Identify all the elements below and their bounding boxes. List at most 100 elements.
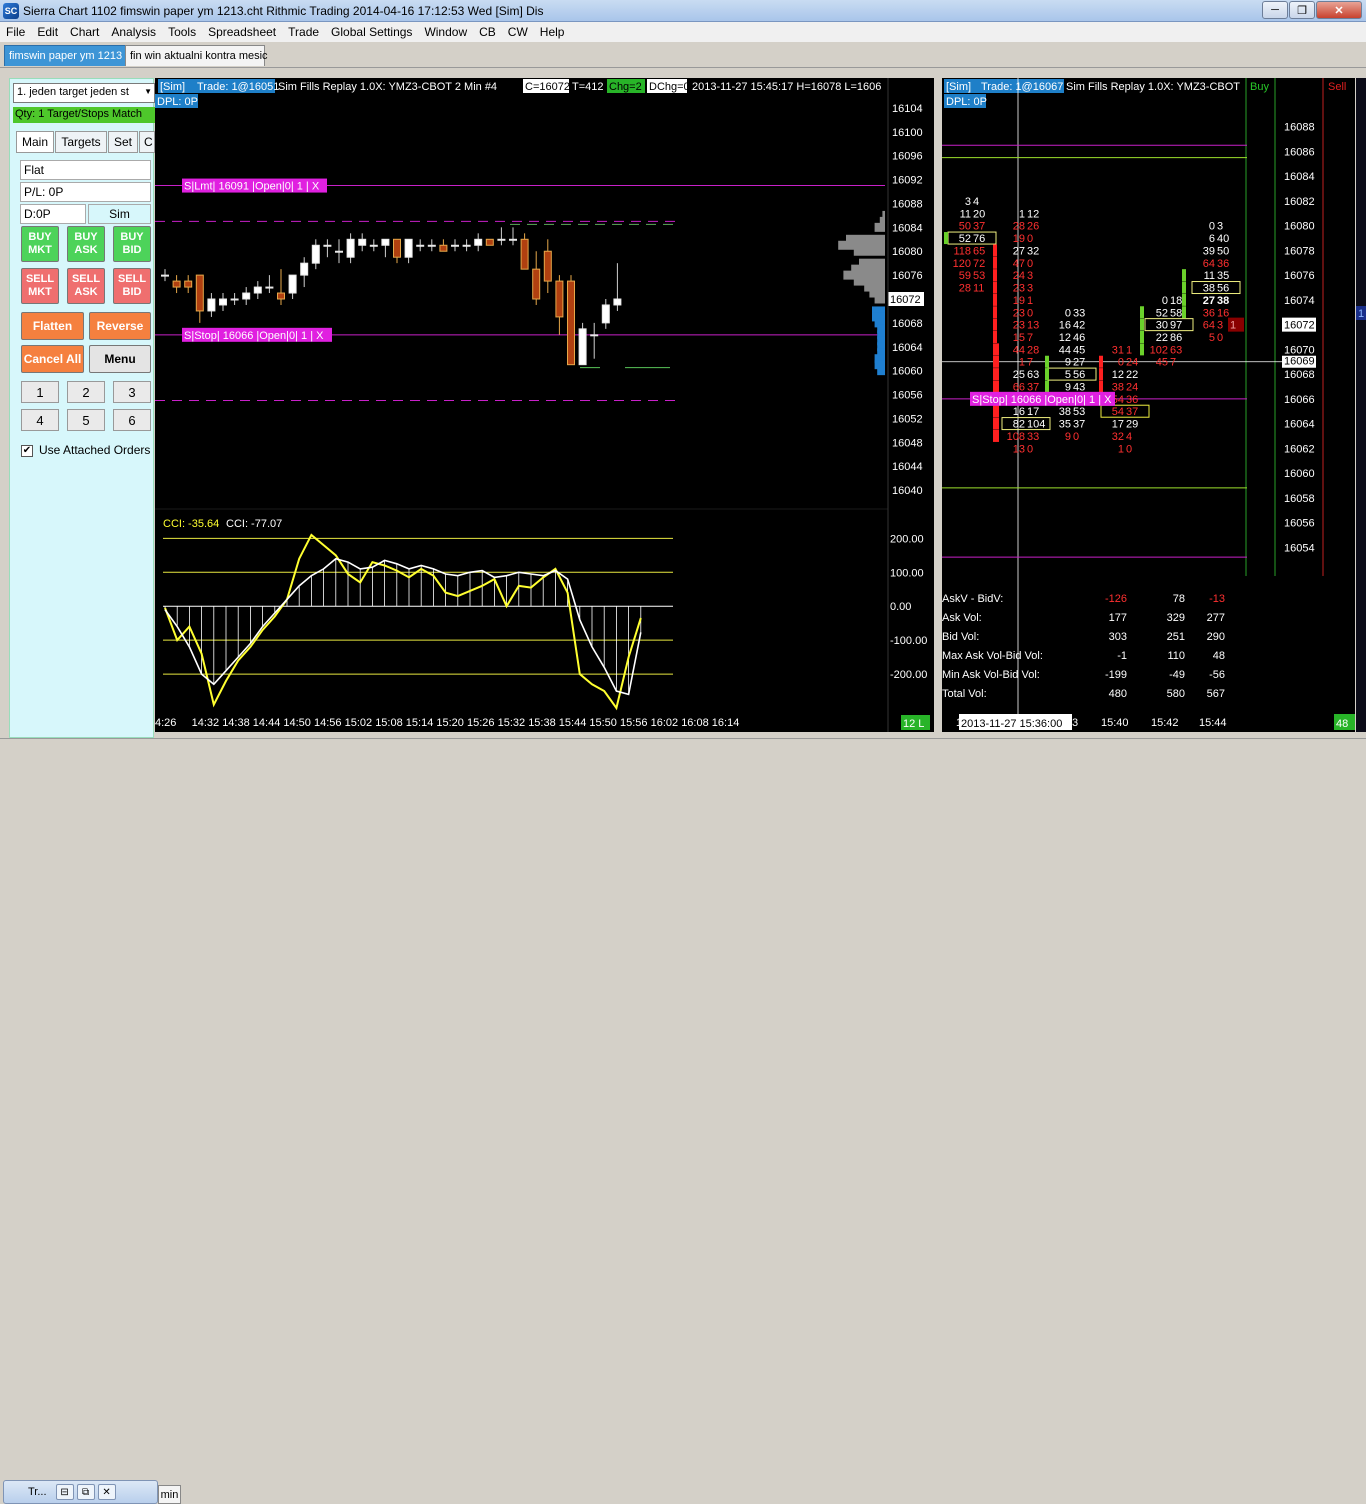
menu-button[interactable]: Menu bbox=[89, 345, 151, 373]
footprint-volume-bar bbox=[1182, 269, 1186, 282]
minimized-trade-window[interactable]: Tr... ⊟ ⧉ ✕ bbox=[3, 1480, 158, 1504]
minimized-window-label: Tr... bbox=[28, 1486, 47, 1498]
attached-order-select[interactable]: 1. jeden target jeden st bbox=[13, 83, 155, 103]
qty-preset-6-button[interactable]: 6 bbox=[113, 409, 151, 431]
footprint-cell-bid: 25 bbox=[1013, 369, 1025, 381]
price-tick-label: 16044 bbox=[892, 461, 923, 473]
menu-analysis[interactable]: Analysis bbox=[105, 25, 162, 39]
candle-body bbox=[300, 262, 309, 276]
candle-body bbox=[543, 250, 552, 282]
price-tick-label-right: 16056 bbox=[1284, 518, 1315, 530]
menu-edit[interactable]: Edit bbox=[31, 25, 64, 39]
minimized-tab[interactable]: min bbox=[158, 1485, 181, 1504]
right-chart-canvas[interactable]: [Sim] Trade: 1@16067 Sim Fills Replay 1.0X… bbox=[942, 78, 1355, 732]
use-attached-orders-checkbox[interactable]: ✔ bbox=[21, 445, 33, 457]
price-tick-label-right: 16080 bbox=[1284, 221, 1315, 233]
footprint-cell-bid: 0 bbox=[1209, 221, 1215, 233]
stats-value: -199 bbox=[1105, 669, 1127, 681]
app-icon: SC bbox=[3, 2, 19, 19]
footprint-cell-bid: 28 bbox=[1013, 221, 1025, 233]
menu-help[interactable]: Help bbox=[534, 25, 571, 39]
qty-preset-5-button[interactable]: 5 bbox=[67, 409, 105, 431]
qty-label: Qty: 1 Target/Stops Match bbox=[13, 107, 155, 123]
menu-trade[interactable]: Trade bbox=[282, 25, 325, 39]
menu-chart[interactable]: Chart bbox=[64, 25, 105, 39]
right-chart[interactable]: [Sim] Trade: 1@16067 Sim Fills Replay 1.0X… bbox=[942, 78, 1355, 732]
footprint-cell-bid: 44 bbox=[1013, 344, 1025, 356]
minimize-button[interactable]: ─ bbox=[1262, 1, 1288, 19]
menu-tools[interactable]: Tools bbox=[162, 25, 202, 39]
maximize-button[interactable]: ❐ bbox=[1289, 1, 1315, 19]
tab-fimswin-paper[interactable]: fimswin paper ym 1213 bbox=[4, 45, 128, 66]
footprint-volume-bar bbox=[993, 368, 999, 381]
dom-strip-canvas: 1 bbox=[1356, 306, 1366, 320]
sell-bid-button[interactable]: SELL BID bbox=[113, 268, 151, 304]
buy-ask-button[interactable]: BUY ASK bbox=[67, 226, 105, 262]
menu-cb[interactable]: CB bbox=[473, 25, 502, 39]
stats-label: Max Ask Vol-Bid Vol: bbox=[942, 650, 1043, 662]
menu-spreadsheet[interactable]: Spreadsheet bbox=[202, 25, 282, 39]
close-button[interactable]: ✕ bbox=[1316, 1, 1362, 19]
footprint-cell-bid: 66 bbox=[1013, 381, 1025, 393]
trades-count: T=412 bbox=[572, 81, 604, 93]
footprint-cell-ask: 7 bbox=[1170, 357, 1176, 369]
candle-body bbox=[369, 244, 378, 247]
footprint-cell-ask: 0 bbox=[1027, 307, 1033, 319]
sell-ask-button[interactable]: SELL ASK bbox=[67, 268, 105, 304]
footprint-cell-bid: 50 bbox=[959, 221, 971, 233]
footprint-box bbox=[1100, 404, 1150, 418]
time-tick-label: 14:56 bbox=[314, 717, 342, 729]
stats-value: 277 bbox=[1207, 612, 1225, 624]
sim-badge-right: [Sim] bbox=[946, 81, 971, 93]
price-tick-label: 16100 bbox=[892, 127, 923, 139]
footprint-cell-ask: 24 bbox=[1126, 357, 1138, 369]
candle-body bbox=[590, 334, 599, 337]
tab-fin-win-aktualni[interactable]: fin win aktualni kontra mesic bbox=[125, 45, 268, 66]
qty-preset-2-button[interactable]: 2 bbox=[67, 381, 105, 403]
menu-cw[interactable]: CW bbox=[502, 25, 534, 39]
qty-preset-4-button[interactable]: 4 bbox=[21, 409, 59, 431]
buy-bid-button[interactable]: BUY BID bbox=[113, 226, 151, 262]
time-tick-label: 14:32 bbox=[192, 717, 220, 729]
tab-main[interactable]: Main bbox=[16, 131, 54, 153]
footprint-cell-bid: 64 bbox=[1203, 258, 1215, 270]
close-icon[interactable]: ✕ bbox=[97, 1484, 116, 1500]
footprint-cell-bid: 52 bbox=[959, 233, 971, 245]
time-tick-label: 15:32 bbox=[498, 717, 526, 729]
qty-preset-3-button[interactable]: 3 bbox=[113, 381, 151, 403]
cci-scale-label: 0.00 bbox=[890, 601, 911, 613]
chart-divider[interactable] bbox=[934, 78, 942, 732]
tab-set[interactable]: Set bbox=[108, 131, 138, 153]
tab-c[interactable]: C bbox=[139, 131, 155, 153]
left-chart-canvas[interactable]: [Sim] Trade: 1@16051Sim Fills Replay 1.0X… bbox=[155, 78, 934, 732]
left-chart[interactable]: [Sim] Trade: 1@16051 Sim Fills Replay 1.0X… bbox=[155, 78, 934, 732]
footprint-cell-ask: 4 bbox=[973, 196, 979, 208]
price-tick-label-right: 16062 bbox=[1284, 443, 1315, 455]
candle-body bbox=[335, 250, 343, 253]
footprint-cell-ask: 56 bbox=[1217, 283, 1229, 295]
sell-market-button[interactable]: SELL MKT bbox=[21, 268, 59, 304]
candle-body bbox=[219, 298, 227, 306]
candle-body bbox=[288, 274, 297, 294]
restore-icon[interactable]: ⧉ bbox=[76, 1484, 95, 1500]
minimize-icon[interactable]: ⊟ bbox=[55, 1484, 74, 1500]
stats-value: -13 bbox=[1209, 593, 1225, 605]
footprint-cell-bid: 22 bbox=[1156, 332, 1168, 344]
chartbook-tabs: fimswin paper ym 1213 fin win aktualni k… bbox=[0, 42, 1366, 68]
reverse-button[interactable]: Reverse bbox=[89, 312, 151, 340]
time-tick-label: 15:44 bbox=[559, 717, 587, 729]
qty-preset-1-button[interactable]: 1 bbox=[21, 381, 59, 403]
price-tick-label-right: 16068 bbox=[1284, 369, 1315, 381]
cancel-all-button[interactable]: Cancel All bbox=[21, 345, 84, 373]
title-bar[interactable]: SC Sierra Chart 1102 fimswin paper ym 12… bbox=[0, 0, 1366, 22]
dom-sell-header: Sell bbox=[1328, 81, 1346, 93]
menu-global-settings[interactable]: Global Settings bbox=[325, 25, 418, 39]
tab-targets[interactable]: Targets bbox=[55, 131, 107, 153]
menu-window[interactable]: Window bbox=[418, 25, 473, 39]
buy-market-button[interactable]: BUY MKT bbox=[21, 226, 59, 262]
footprint-volume-bar bbox=[1045, 368, 1049, 381]
menu-file[interactable]: File bbox=[0, 25, 31, 39]
flatten-button[interactable]: Flatten bbox=[21, 312, 84, 340]
footprint-cell-bid: 11 bbox=[960, 208, 971, 220]
footprint-cell-ask: 43 bbox=[1073, 381, 1085, 393]
